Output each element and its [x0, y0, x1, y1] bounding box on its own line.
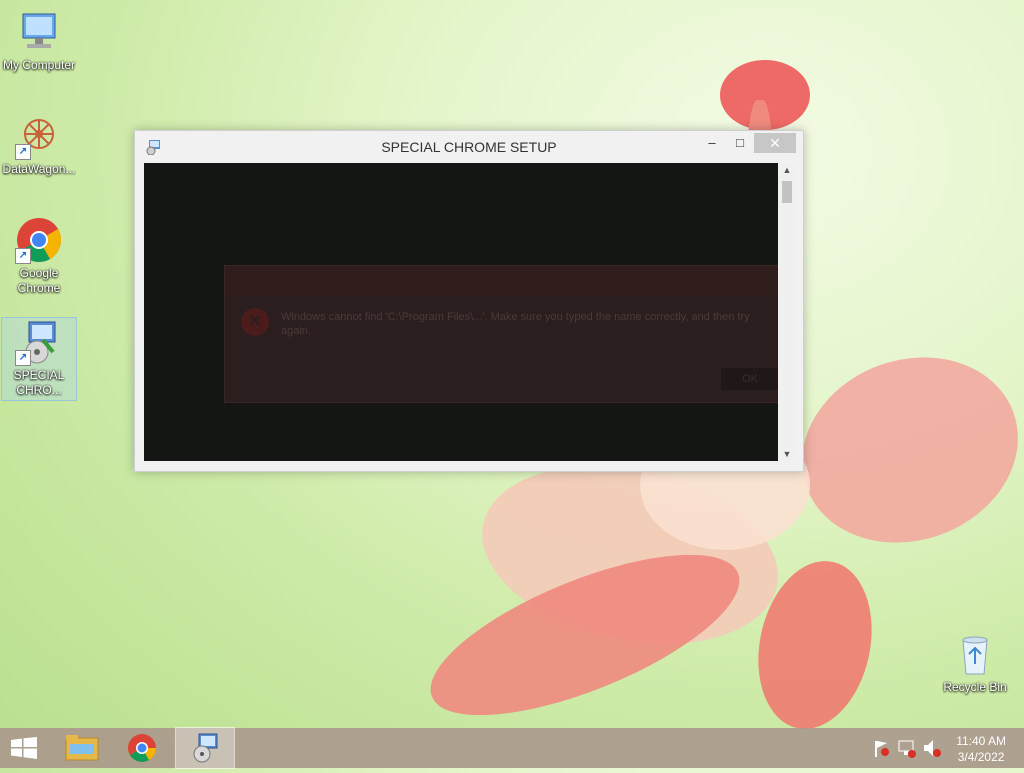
tray-volume-muted-icon[interactable]	[922, 728, 942, 768]
windows-logo-icon	[11, 737, 37, 764]
recycle-bin-icon	[951, 630, 999, 678]
chrome-icon: ↗	[15, 216, 63, 264]
desktop-icon-my-computer[interactable]: My Computer	[2, 8, 76, 73]
shortcut-arrow-icon: ↗	[15, 248, 31, 264]
error-icon: ✕	[241, 308, 269, 336]
clock-time: 11:40 AM	[956, 734, 1006, 748]
faded-dialog-titlebar	[225, 266, 778, 296]
computer-icon	[15, 8, 63, 56]
desktop-icon-label: SPECIAL CHRO...	[13, 368, 65, 397]
faded-ok-button: OK	[721, 368, 778, 390]
desktop-icon-label: Recycle Bin	[943, 680, 1007, 694]
desktop-icon-special-chrome-setup[interactable]: ↗ SPECIAL CHRO...	[1, 317, 77, 401]
taskbar-clock[interactable]: 11:40 AM 3/4/2022	[956, 733, 1006, 765]
scrollbar-thumb[interactable]	[782, 181, 792, 203]
folder-icon	[65, 734, 99, 767]
taskbar: 11:40 AM 3/4/2022	[0, 727, 1024, 769]
window-titlebar[interactable]: SPECIAL CHROME SETUP – □ ✕	[135, 131, 803, 163]
faded-error-dialog: ✕ Windows cannot find 'C:\Program Files\…	[224, 265, 778, 403]
desktop-icon-datawagon[interactable]: ↗ DataWagon...	[2, 112, 76, 177]
taskbar-chrome[interactable]	[114, 728, 172, 768]
scroll-down-icon[interactable]: ▼	[778, 449, 796, 459]
datawagon-icon: ↗	[15, 112, 63, 160]
desktop-icon-label: DataWagon...	[2, 162, 76, 176]
start-button[interactable]	[0, 728, 48, 768]
setup-icon	[190, 732, 220, 769]
maximize-button[interactable]: □	[726, 133, 754, 153]
desktop-icon-google-chrome[interactable]: ↗ Google Chrome	[2, 216, 76, 296]
special-chrome-setup-window[interactable]: SPECIAL CHROME SETUP – □ ✕ ✕ Windows can…	[134, 130, 804, 472]
tray-action-center-icon[interactable]	[872, 728, 890, 768]
vertical-scrollbar[interactable]: ▲ ▼	[778, 163, 796, 461]
tray-network-icon[interactable]	[897, 728, 917, 768]
shortcut-arrow-icon: ↗	[15, 144, 31, 160]
clock-date: 3/4/2022	[957, 750, 1005, 764]
minimize-button[interactable]: –	[698, 133, 726, 153]
faded-error-message: Windows cannot find 'C:\Program Files\..…	[281, 311, 750, 337]
shortcut-arrow-icon: ↗	[15, 350, 31, 366]
chrome-icon	[127, 733, 157, 768]
desktop-icon-label: Google Chrome	[17, 266, 61, 295]
close-button[interactable]: ✕	[754, 133, 796, 153]
setup-icon: ↗	[15, 318, 63, 366]
taskbar-special-chrome-setup[interactable]	[175, 727, 235, 769]
desktop-icon-recycle-bin[interactable]: Recycle Bin	[938, 630, 1012, 695]
desktop-icon-label: My Computer	[2, 58, 76, 72]
scroll-up-icon[interactable]: ▲	[778, 165, 796, 175]
console-output[interactable]: ✕ Windows cannot find 'C:\Program Files\…	[144, 163, 778, 461]
taskbar-file-explorer[interactable]	[54, 728, 112, 768]
